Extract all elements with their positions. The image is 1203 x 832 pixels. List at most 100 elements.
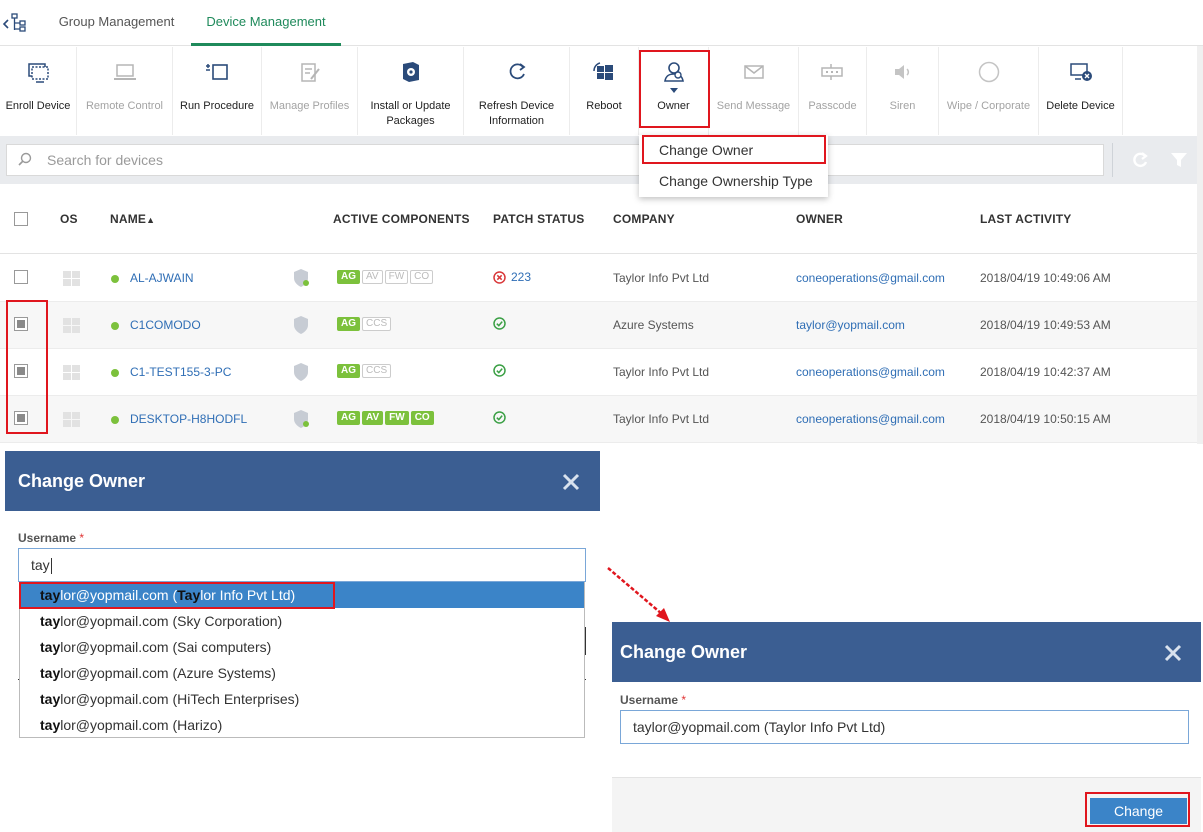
annotation-arrow <box>607 567 670 622</box>
row-checkbox[interactable] <box>14 411 28 425</box>
owner-link[interactable]: taylor@yopmail.com <box>796 318 905 332</box>
owner-link[interactable]: coneoperations@gmail.com <box>796 271 945 285</box>
suggestion-item[interactable]: taylor@yopmail.com (Azure Systems) <box>20 660 584 686</box>
patch-status[interactable] <box>493 364 506 377</box>
required-mark: * <box>681 693 687 707</box>
tab-device-management[interactable]: Device Management <box>191 0 341 46</box>
row-checkbox[interactable] <box>14 317 28 331</box>
install-update-packages-button[interactable]: Install or Update Packages <box>358 47 464 135</box>
search-devices-input[interactable] <box>6 144 1104 176</box>
send-message-label: Send Message <box>716 100 791 112</box>
install-label-line1: Install or Update <box>370 100 451 112</box>
table-row[interactable]: AL-AJWAIN AG AV FW CO 223 Taylor Info Pv… <box>0 255 1203 302</box>
reboot-label: Reboot <box>586 100 622 112</box>
required-mark: * <box>79 531 85 545</box>
dialog-title: Change Owner <box>18 471 146 491</box>
delete-device-icon <box>1039 59 1122 85</box>
install-label-line2: Packages <box>386 115 435 127</box>
change-owner-dialog-filled: Change Owner Username * taylor@yopmail.c… <box>612 622 1201 832</box>
company-cell: Azure Systems <box>613 318 694 332</box>
owner-dropdown-menu: Change Owner Change Ownership Type <box>639 135 828 197</box>
dialog-header: Change Owner <box>612 622 1201 682</box>
shield-icon <box>293 268 311 293</box>
suggestion-item[interactable]: taylor@yopmail.com (Sky Corporation) <box>20 608 584 634</box>
column-patch-status[interactable]: PATCH STATUS <box>493 212 585 226</box>
siren-button[interactable]: Siren <box>867 47 939 135</box>
patch-status[interactable] <box>493 317 506 330</box>
table-row[interactable]: C1-TEST155-3-PC AG CCS Taylor Info Pvt L… <box>0 349 1203 396</box>
username-input[interactable]: taylor@yopmail.com (Taylor Info Pvt Ltd) <box>620 710 1189 744</box>
device-name-link[interactable]: C1COMODO <box>130 318 201 332</box>
menu-item-change-owner[interactable]: Change Owner <box>639 135 828 166</box>
patch-error-icon <box>493 270 506 284</box>
column-name[interactable]: NAME▲ <box>110 212 155 226</box>
badge-ag: AG <box>337 317 360 331</box>
close-icon[interactable] <box>560 471 582 493</box>
online-status-icon <box>111 322 119 330</box>
column-active-components[interactable]: ACTIVE COMPONENTS <box>333 212 470 226</box>
badge-ag: AG <box>337 411 360 425</box>
reload-list-button[interactable] <box>1127 148 1153 172</box>
remote-control-button[interactable]: Remote Control <box>77 47 173 135</box>
username-input-value: tay <box>31 557 50 573</box>
refresh-label-line1: Refresh Device <box>478 100 555 112</box>
column-os[interactable]: OS <box>60 212 78 226</box>
suggestion-item[interactable]: taylor@yopmail.com (Sai computers) <box>20 634 584 660</box>
filter-button[interactable] <box>1166 148 1192 172</box>
tab-group-management[interactable]: Group Management <box>44 0 189 46</box>
profile-edit-icon <box>262 59 357 85</box>
back-tree-icon[interactable] <box>0 12 30 34</box>
close-icon[interactable] <box>1162 642 1184 664</box>
reboot-button[interactable]: Reboot <box>570 47 639 135</box>
top-navigation: Group Management Device Management <box>0 0 1203 46</box>
table-scrollbar[interactable] <box>1197 46 1203 444</box>
patch-ok-icon <box>493 317 506 330</box>
device-name-link[interactable]: C1-TEST155-3-PC <box>130 365 231 379</box>
refresh-device-information-button[interactable]: Refresh Device Information <box>464 47 570 135</box>
table-row[interactable]: DESKTOP-H8HODFL AG AV FW CO Taylor Info … <box>0 396 1203 443</box>
shield-icon <box>293 409 311 434</box>
device-name-link[interactable]: DESKTOP-H8HODFL <box>130 412 247 426</box>
menu-item-change-ownership-type[interactable]: Change Ownership Type <box>639 166 828 197</box>
suggestion-item[interactable]: taylor@yopmail.com (Taylor Info Pvt Ltd) <box>20 582 584 608</box>
run-procedure-button[interactable]: Run Procedure <box>173 47 262 135</box>
owner-user-icon <box>639 59 708 85</box>
send-message-button[interactable]: Send Message <box>709 47 799 135</box>
enroll-device-button[interactable]: Enroll Device <box>0 47 77 135</box>
owner-link[interactable]: coneoperations@gmail.com <box>796 365 945 379</box>
username-input[interactable]: tay <box>18 548 586 582</box>
username-label: Username * <box>620 693 686 707</box>
badge-ag: AG <box>337 270 360 284</box>
column-company[interactable]: COMPANY <box>613 212 675 226</box>
owner-link[interactable]: coneoperations@gmail.com <box>796 412 945 426</box>
wipe-corporate-button[interactable]: Wipe / Corporate <box>939 47 1039 135</box>
change-button[interactable]: Change <box>1090 798 1187 824</box>
passcode-label: Passcode <box>808 100 857 112</box>
manage-profiles-button[interactable]: Manage Profiles <box>262 47 358 135</box>
passcode-button[interactable]: Passcode <box>799 47 867 135</box>
delete-device-button[interactable]: Delete Device <box>1039 47 1123 135</box>
owner-button[interactable]: Owner <box>639 47 709 135</box>
suggestion-item[interactable]: taylor@yopmail.com (Harizo) <box>20 712 584 738</box>
patch-status[interactable] <box>493 411 506 424</box>
refresh-icon <box>464 59 569 85</box>
suggestion-item[interactable]: taylor@yopmail.com (HiTech Enterprises) <box>20 686 584 712</box>
badge-fw: FW <box>385 411 409 425</box>
column-last-activity[interactable]: LAST ACTIVITY <box>980 212 1072 226</box>
username-label-text: Username <box>620 693 679 707</box>
device-name-link[interactable]: AL-AJWAIN <box>130 271 194 285</box>
row-checkbox[interactable] <box>14 270 28 284</box>
remote-control-label: Remote Control <box>85 100 164 112</box>
column-name-label: NAME <box>110 212 147 226</box>
table-row[interactable]: C1COMODO AG CCS Azure Systems taylor@yop… <box>0 302 1203 349</box>
badge-co: CO <box>410 411 434 425</box>
device-table: OS NAME▲ ACTIVE COMPONENTS PATCH STATUS … <box>0 184 1203 444</box>
row-checkbox[interactable] <box>14 364 28 378</box>
select-all-checkbox[interactable] <box>14 212 28 226</box>
search-bar-separator <box>1112 143 1113 177</box>
patch-ok-icon <box>493 364 506 377</box>
wipe-corporate-label: Wipe / Corporate <box>946 100 1031 112</box>
column-owner[interactable]: OWNER <box>796 212 843 226</box>
patch-status[interactable]: 223 <box>493 270 531 284</box>
windows-os-icon <box>63 412 80 427</box>
